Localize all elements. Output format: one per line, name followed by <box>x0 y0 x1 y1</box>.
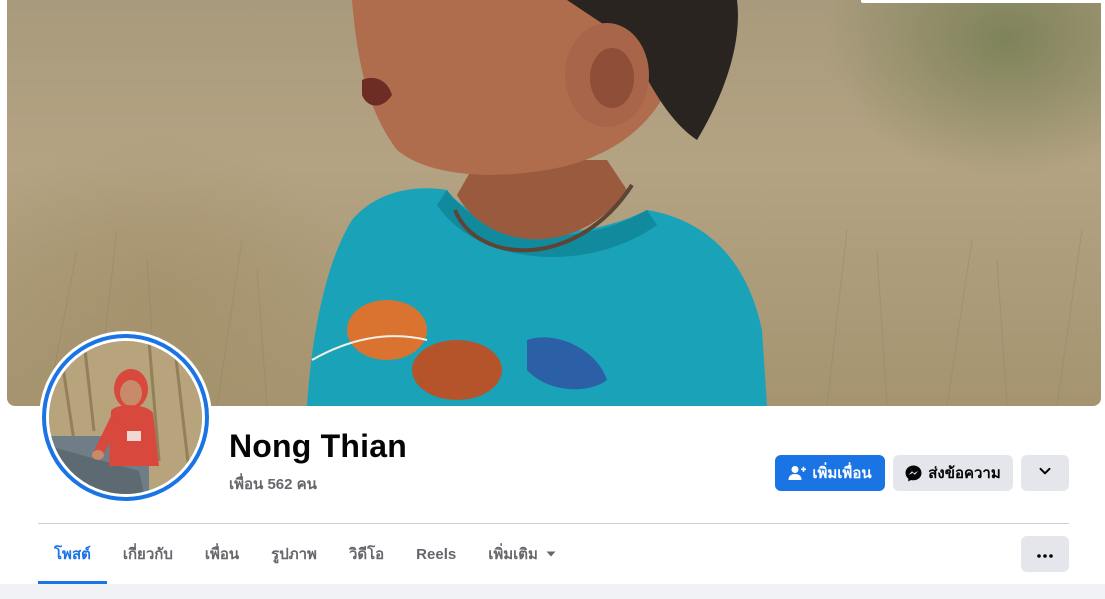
tab-label: รูปภาพ <box>271 546 317 563</box>
tab-more[interactable]: เพิ่มเติม <box>472 524 572 584</box>
ellipsis-icon <box>1037 545 1053 563</box>
tab-label: เพิ่มเติม <box>488 546 538 563</box>
message-button[interactable]: ส่งข้อความ <box>893 455 1013 491</box>
cover-corner-highlight <box>861 0 1101 3</box>
profile-options-dropdown[interactable] <box>1021 455 1069 491</box>
avatar[interactable] <box>42 334 209 501</box>
add-friend-button[interactable]: เพิ่มเพื่อน <box>775 455 885 491</box>
tab-label: เพื่อน <box>204 546 240 563</box>
message-label: ส่งข้อความ <box>928 465 1001 482</box>
profile-page: Nong Thian เพื่อน 562 คน เพิ่มเพื่อน ส่ง… <box>0 0 1105 599</box>
add-friend-label: เพิ่มเพื่อน <box>812 465 872 482</box>
tab-friends[interactable]: เพื่อน <box>189 524 255 584</box>
tab-label: เกี่ยวกับ <box>122 546 173 563</box>
tab-overflow-button[interactable] <box>1021 536 1069 572</box>
tab-posts[interactable]: โพสต์ <box>38 524 107 584</box>
friend-count[interactable]: เพื่อน 562 คน <box>229 472 317 496</box>
tab-reels[interactable]: Reels <box>400 524 472 584</box>
tab-about[interactable]: เกี่ยวกับ <box>107 524 189 584</box>
person-plus-icon <box>788 465 807 481</box>
chevron-down-icon <box>1038 464 1052 482</box>
profile-tabs: โพสต์ เกี่ยวกับ เพื่อน รูปภาพ วิดีโอ Ree… <box>38 524 572 584</box>
avatar-photo <box>49 341 202 494</box>
tab-label: โพสต์ <box>54 546 91 563</box>
caret-down-icon <box>546 551 556 557</box>
tab-label: Reels <box>416 545 457 563</box>
tab-photos[interactable]: รูปภาพ <box>255 524 333 584</box>
messenger-icon <box>905 465 922 482</box>
feed-background <box>0 584 1105 599</box>
avatar-illustration <box>49 341 202 494</box>
tab-videos[interactable]: วิดีโอ <box>333 524 400 584</box>
tab-label: วิดีโอ <box>348 546 385 563</box>
profile-name: Nong Thian <box>229 428 407 464</box>
